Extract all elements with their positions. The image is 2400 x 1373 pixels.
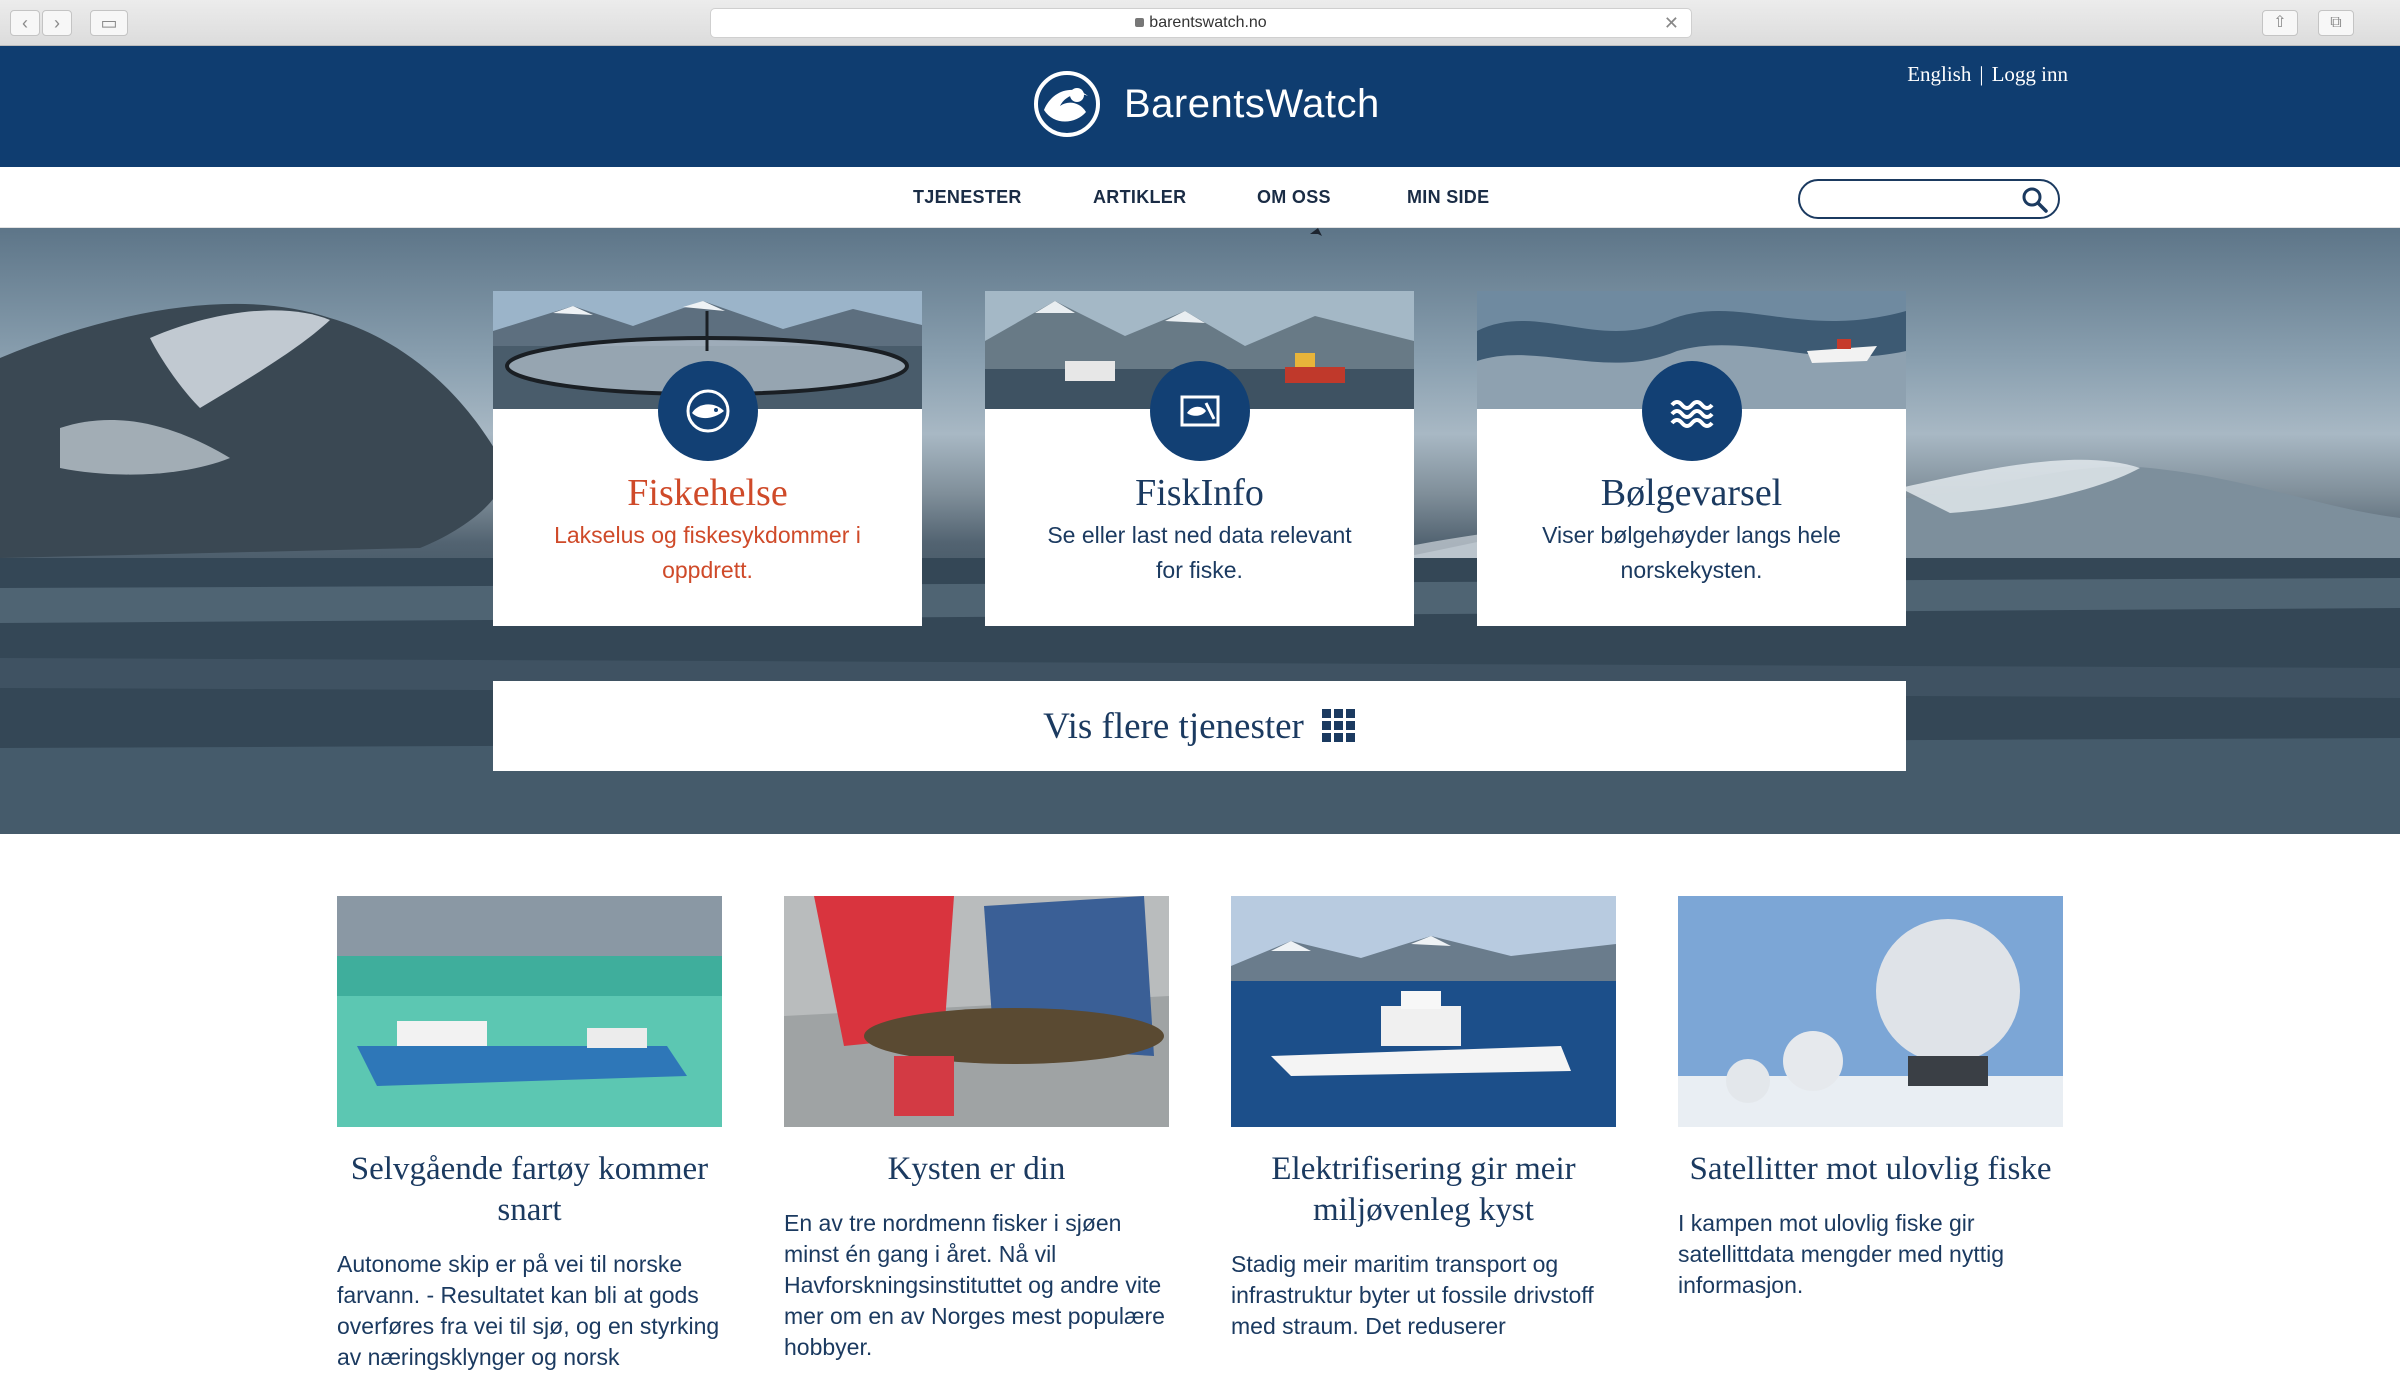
- article-title: Selvgående fartøy kommer snart: [350, 1151, 709, 1228]
- share-icon: ⇧: [2273, 14, 2287, 31]
- service-description: Lakselus og fiskesykdommer i oppdrett.: [554, 522, 861, 583]
- search-icon[interactable]: [2022, 187, 2048, 213]
- nav-item-artikler[interactable]: ARTIKLER: [1093, 187, 1186, 208]
- nav-item-om-oss[interactable]: OM OSS: [1257, 187, 1331, 208]
- autonomous-ship-photo: [337, 896, 722, 1127]
- article-card[interactable]: Selvgående fartøy kommer snart Autonome …: [337, 896, 722, 1373]
- top-links: English | Logg inn: [1907, 62, 2068, 87]
- brand-logo[interactable]: BarentsWatch: [1022, 70, 1380, 138]
- chevron-left-icon: ‹: [22, 13, 28, 33]
- english-link[interactable]: English: [1907, 62, 1971, 86]
- service-description: Viser bølgehøyder langs hele norskekyste…: [1542, 522, 1841, 583]
- article-description: Autonome skip er på vei til norske farva…: [337, 1251, 720, 1370]
- tabs-icon: ⧉: [2330, 14, 2342, 31]
- article-title: Kysten er din: [887, 1151, 1066, 1187]
- login-link[interactable]: Logg inn: [1992, 62, 2068, 86]
- waves-icon: [1642, 361, 1742, 461]
- article-description: En av tre nordmenn fisker i sjøen minst …: [784, 1210, 1165, 1360]
- site-header: BarentsWatch English | Logg inn: [0, 46, 2400, 167]
- article-description: Stadig meir maritim transport og infrast…: [1231, 1251, 1594, 1339]
- sidebar-icon: ▭: [100, 13, 118, 33]
- barentswatch-logo-icon: [1034, 71, 1100, 137]
- url-text: barentswatch.no: [1149, 14, 1267, 31]
- chevron-right-icon: ›: [54, 13, 60, 33]
- service-description: Se eller last ned data relevant for fisk…: [1047, 522, 1352, 583]
- link-separator: |: [1979, 62, 1984, 86]
- grid-icon: [1321, 709, 1355, 742]
- fish-map-icon: [1150, 361, 1250, 461]
- article-description: I kampen mot ulovlig fiske gir satellitt…: [1678, 1210, 2005, 1298]
- electric-ferry-photo: [1231, 896, 1616, 1127]
- share-button[interactable]: ⇧: [2262, 10, 2298, 36]
- article-card[interactable]: Elektrifisering gir meir miljøvenleg kys…: [1231, 896, 1616, 1342]
- sidebar-toggle-button[interactable]: ▭: [90, 10, 128, 36]
- service-card-fiskehelse[interactable]: Fiskehelse Lakselus og fiskesykdommer i …: [493, 291, 922, 626]
- hero-section: Fiskehelse Lakselus og fiskesykdommer i …: [0, 228, 2400, 834]
- fish-globe-icon: [658, 361, 758, 461]
- back-button[interactable]: ‹: [10, 10, 40, 36]
- browser-toolbar: ‹ › ▭ barentswatch.no ✕ ⇧ ⧉: [0, 0, 2400, 46]
- clear-url-button[interactable]: ✕: [1664, 9, 1679, 37]
- article-title: Satellitter mot ulovlig fiske: [1689, 1151, 2052, 1187]
- satellite-radomes-photo: [1678, 896, 2063, 1127]
- main-nav: TJENESTER ARTIKLER OM OSS MIN SIDE: [0, 167, 2400, 228]
- nav-item-tjenester[interactable]: TJENESTER: [913, 187, 1022, 208]
- address-bar[interactable]: barentswatch.no ✕: [710, 8, 1692, 38]
- forward-button[interactable]: ›: [42, 10, 72, 36]
- search-input[interactable]: [1798, 179, 2060, 219]
- article-title: Elektrifisering gir meir miljøvenleg kys…: [1271, 1151, 1576, 1228]
- service-title: Bølgevarsel: [1600, 472, 1783, 514]
- tabs-button[interactable]: ⧉: [2318, 10, 2354, 36]
- more-services-button[interactable]: Vis flere tjenester: [493, 681, 1906, 771]
- nav-item-min-side[interactable]: MIN SIDE: [1407, 187, 1489, 208]
- service-card-bolgevarsel[interactable]: Bølgevarsel Viser bølgehøyder langs hele…: [1477, 291, 1906, 626]
- article-card[interactable]: Kysten er din En av tre nordmenn fisker …: [784, 896, 1169, 1363]
- brand-name: BarentsWatch: [1124, 81, 1380, 126]
- lock-icon: [1135, 18, 1145, 27]
- service-title: FiskInfo: [1135, 472, 1264, 514]
- more-services-label: Vis flere tjenester: [1043, 705, 1304, 747]
- service-title: Fiskehelse: [627, 472, 788, 514]
- article-card[interactable]: Satellitter mot ulovlig fiske I kampen m…: [1678, 896, 2063, 1301]
- service-card-fiskinfo[interactable]: FiskInfo Se eller last ned data relevant…: [985, 291, 1414, 626]
- fishing-kids-photo: [784, 896, 1169, 1127]
